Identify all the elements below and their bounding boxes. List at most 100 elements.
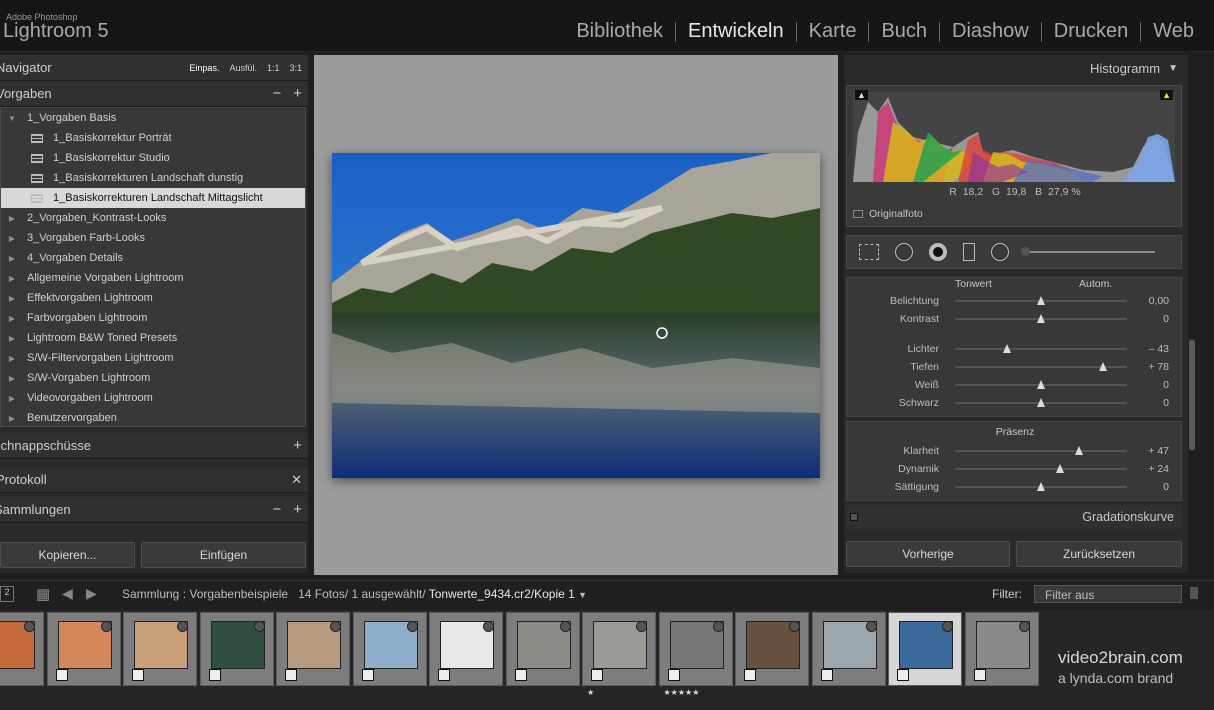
zoom-option-0[interactable]: Einpas.	[189, 63, 219, 73]
module-6[interactable]: Web	[1141, 20, 1206, 43]
filmstrip-thumbnail[interactable]	[964, 612, 1039, 686]
slider-knob[interactable]	[1037, 296, 1045, 305]
arrow-left-icon[interactable]: ◀	[62, 585, 73, 602]
module-0[interactable]: Bibliothek	[564, 20, 675, 43]
slider-weiß[interactable]: Weiß 0	[847, 376, 1183, 394]
preset-item[interactable]: ▶ Allgemeine Vorgaben Lightroom	[1, 268, 305, 288]
slider-track[interactable]	[955, 450, 1127, 452]
triangle-right-icon[interactable]: ▶	[7, 374, 17, 383]
filmstrip-thumbnail[interactable]	[811, 612, 886, 686]
slider-value[interactable]: 0	[1129, 397, 1169, 409]
auto-tone-button[interactable]: Autom.	[1079, 278, 1112, 290]
caret-down-icon[interactable]: ▼	[578, 590, 587, 600]
slider-value[interactable]: + 47	[1129, 445, 1169, 457]
triangle-right-icon[interactable]: ▶	[7, 414, 17, 423]
red-eye-icon[interactable]	[929, 243, 947, 261]
preset-item[interactable]: ▶ S/W-Vorgaben Lightroom	[1, 368, 305, 388]
tone-curve-header[interactable]: Gradationskurve	[846, 505, 1182, 529]
triangle-right-icon[interactable]: ▶	[7, 274, 17, 283]
filter-lock-icon[interactable]	[1190, 587, 1198, 599]
triangle-right-icon[interactable]: ▶	[7, 394, 17, 403]
rating-stars[interactable]: ★	[587, 688, 594, 697]
history-header[interactable]: Protokoll ✕	[0, 467, 308, 493]
module-4[interactable]: Diashow	[940, 20, 1041, 43]
original-photo-toggle[interactable]: Originalfoto	[853, 208, 923, 220]
preset-item[interactable]: ▶ Videovorgaben Lightroom	[1, 388, 305, 408]
slider-knob[interactable]	[1074, 446, 1083, 455]
quick-collection-icon[interactable]	[330, 621, 341, 632]
main-photo[interactable]	[332, 153, 820, 478]
checkbox-icon[interactable]	[853, 210, 863, 218]
quick-collection-icon[interactable]	[559, 621, 571, 632]
shadow-clipping-icon[interactable]: ▲	[855, 90, 868, 100]
paste-button[interactable]: Einfügen	[141, 542, 306, 568]
preset-item[interactable]: ▶ Effektvorgaben Lightroom	[1, 288, 305, 308]
crop-icon[interactable]	[859, 244, 879, 260]
right-panel-scrollbar[interactable]	[1189, 340, 1195, 450]
triangle-right-icon[interactable]: ▶	[7, 234, 17, 243]
navigator-header[interactable]: Navigator Einpas. Ausfül. 1:1 3:1	[0, 55, 308, 81]
section-toggle-icon[interactable]	[850, 513, 858, 521]
slider-track[interactable]	[955, 348, 1127, 350]
preset-item[interactable]: ▶ Farbvorgaben Lightroom	[1, 308, 305, 328]
slider-value[interactable]: 0	[1129, 481, 1169, 493]
snapshots-header[interactable]: Schnappschüsse +	[0, 433, 308, 459]
slider-value[interactable]: – 43	[1129, 343, 1169, 355]
preset-item[interactable]: ▶ 3_Vorgaben Farb-Looks	[1, 228, 305, 248]
collection-label[interactable]: Sammlung : Vorgabenbeispiele	[122, 587, 288, 601]
quick-collection-icon[interactable]	[406, 621, 418, 632]
secondary-display-button[interactable]: 2	[0, 586, 14, 602]
slider-knob[interactable]	[1055, 464, 1064, 473]
quick-collection-icon[interactable]	[24, 621, 35, 632]
slider-knob[interactable]	[1037, 398, 1045, 407]
minus-icon[interactable]: −	[272, 501, 281, 518]
slider-klarheit[interactable]: Klarheit + 47	[847, 442, 1183, 460]
filmstrip-thumbnail[interactable]	[505, 612, 580, 686]
quick-collection-icon[interactable]	[1018, 621, 1030, 632]
slider-value[interactable]: 0	[1129, 313, 1169, 325]
triangle-right-icon[interactable]: ▶	[7, 354, 17, 363]
filmstrip-thumbnail[interactable]	[199, 612, 274, 686]
filmstrip-thumbnail[interactable]	[276, 612, 350, 686]
slider-kontrast[interactable]: Kontrast 0	[847, 310, 1183, 328]
slider-lichter[interactable]: Lichter – 43	[847, 340, 1183, 358]
slider-value[interactable]: + 78	[1129, 361, 1169, 373]
zoom-option-3[interactable]: 3:1	[289, 63, 302, 73]
zoom-option-1[interactable]: Ausfül.	[229, 63, 257, 73]
spot-removal-icon[interactable]	[895, 243, 913, 261]
slider-knob[interactable]	[1098, 362, 1107, 371]
quick-collection-icon[interactable]	[865, 621, 877, 632]
preset-item[interactable]: ▶ Benutzervorgaben	[1, 408, 305, 428]
slider-schwarz[interactable]: Schwarz 0	[847, 394, 1183, 412]
quick-collection-icon[interactable]	[483, 621, 494, 632]
preset-item[interactable]: ▼ 1_Vorgaben Basis	[1, 108, 305, 128]
arrow-right-icon[interactable]: ▶	[86, 585, 97, 602]
filmstrip-thumbnail[interactable]	[0, 612, 44, 686]
minus-icon[interactable]: −	[272, 85, 281, 102]
filmstrip-thumbnail[interactable]	[352, 612, 427, 686]
slider-belichtung[interactable]: Belichtung 0,00	[847, 292, 1183, 310]
graduated-filter-icon[interactable]	[963, 243, 975, 261]
zoom-option-2[interactable]: 1:1	[267, 63, 280, 73]
slider-value[interactable]: 0	[1129, 379, 1169, 391]
module-2[interactable]: Karte	[797, 20, 869, 43]
filmstrip-thumbnail[interactable]: ★★★★★	[658, 612, 733, 697]
triangle-right-icon[interactable]: ▶	[7, 214, 17, 223]
filmstrip-thumbnail[interactable]	[429, 612, 503, 686]
quick-collection-icon[interactable]	[177, 621, 188, 632]
preset-item[interactable]: ▶ 2_Vorgaben_Kontrast-Looks	[1, 208, 305, 228]
preset-item[interactable]: 1_Basiskorrekturen Landschaft dunstig	[1, 168, 305, 188]
slider-knob[interactable]	[1037, 482, 1045, 491]
slider-value[interactable]: 0,00	[1129, 295, 1169, 307]
previous-button[interactable]: Vorherige	[846, 541, 1010, 567]
triangle-down-icon[interactable]: ▼	[7, 114, 17, 123]
highlight-clipping-icon[interactable]: ▲	[1160, 90, 1173, 100]
image-canvas[interactable]	[314, 55, 838, 575]
triangle-right-icon[interactable]: ▶	[7, 314, 17, 323]
presets-header[interactable]: Vorgaben − +	[0, 81, 308, 107]
grid-icon[interactable]: ▦	[36, 585, 50, 603]
triangle-right-icon[interactable]: ▶	[7, 334, 17, 343]
slider-knob[interactable]	[1037, 314, 1045, 323]
slider-sättigung[interactable]: Sättigung 0	[847, 478, 1183, 496]
module-3[interactable]: Buch	[869, 20, 939, 43]
